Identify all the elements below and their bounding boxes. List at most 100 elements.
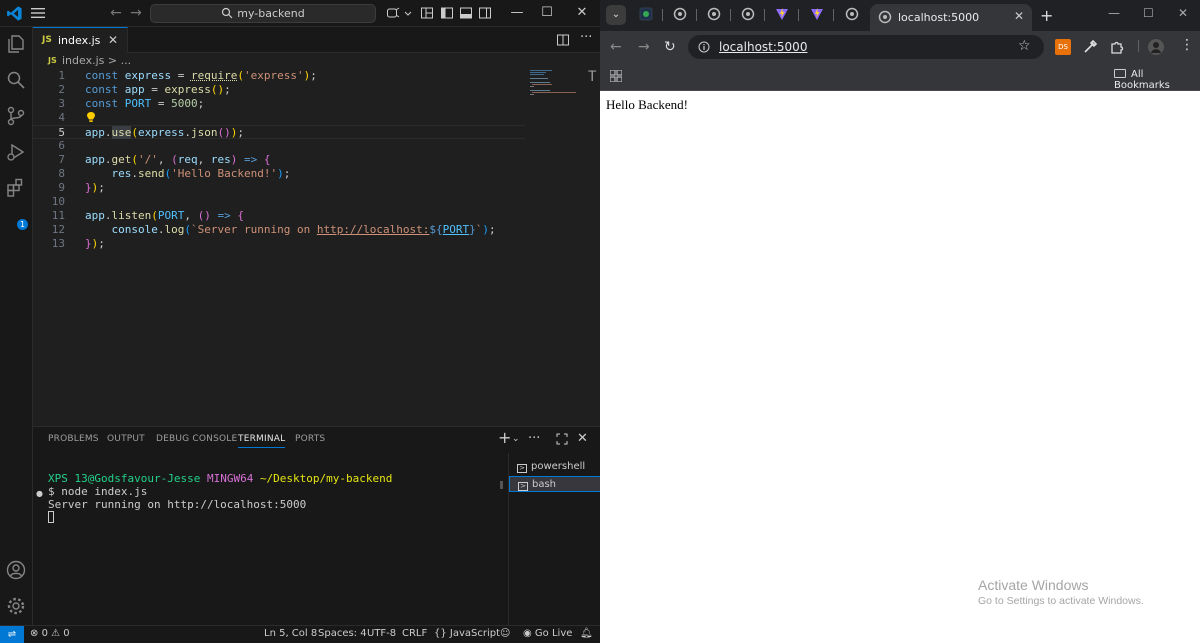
code-line-active: 5 app.use(express.json()); xyxy=(33,125,525,139)
browser-tab-active[interactable]: localhost:5000 ✕ xyxy=(870,4,1032,31)
tab-search-chevron-icon[interactable]: ⌄ xyxy=(606,5,626,25)
close-window-button[interactable]: ✕ xyxy=(571,3,593,23)
code-line: 6 xyxy=(58,139,65,152)
gear-icon[interactable] xyxy=(5,595,27,617)
globe-icon[interactable] xyxy=(845,7,859,21)
kebab-menu-icon[interactable]: ⋮ xyxy=(1180,37,1194,53)
run-debug-icon[interactable] xyxy=(5,141,27,163)
copilot-status-icon[interactable]: ☺ xyxy=(500,628,510,639)
maximize-button[interactable]: ☐ xyxy=(536,3,558,23)
search-icon xyxy=(222,7,233,19)
close-panel-icon[interactable]: ✕ xyxy=(577,431,588,446)
chevron-down-icon[interactable] xyxy=(404,6,412,20)
address-bar[interactable]: localhost:5000 ☆ xyxy=(688,35,1044,59)
line-ending[interactable]: CRLF xyxy=(402,628,427,639)
terminal-output[interactable]: XPS 13@Godsfavour-Jesse MINGW64 ~/Deskto… xyxy=(48,472,392,524)
source-control-icon[interactable] xyxy=(5,105,27,127)
reload-icon[interactable]: ↻ xyxy=(664,39,676,55)
globe-icon[interactable] xyxy=(673,7,687,21)
toggle-primary-sidebar-icon[interactable] xyxy=(440,6,454,20)
toggle-panel-icon[interactable] xyxy=(459,6,473,20)
code-line: 10 xyxy=(51,195,65,208)
tab-separator xyxy=(696,9,697,21)
browser-window: ⌄ localhost:5000 ✕ + — ☐ ✕ ← → ↻ localho… xyxy=(600,0,1200,643)
page-content: Hello Backend! Activate Windows Go to Se… xyxy=(600,91,1200,643)
breadcrumb-path[interactable]: index.js > ... xyxy=(62,54,131,67)
new-tab-plus-icon[interactable]: + xyxy=(1040,6,1053,25)
cursor-position[interactable]: Ln 5, Col 8 xyxy=(264,628,317,639)
split-editor-icon[interactable] xyxy=(556,33,570,47)
new-terminal-plus-icon[interactable]: + xyxy=(498,428,511,447)
vite-logo-icon[interactable] xyxy=(775,7,789,21)
extensions-icon[interactable] xyxy=(5,177,27,199)
notifications-bell-icon[interactable]: 🔔︎ xyxy=(580,628,593,639)
more-actions-icon[interactable]: ··· xyxy=(528,431,540,446)
tab-ports[interactable]: PORTS xyxy=(295,434,325,444)
site-info-icon[interactable] xyxy=(698,41,710,53)
go-live-button[interactable]: ◉ Go Live xyxy=(523,628,572,639)
extensions-puzzle-icon[interactable] xyxy=(1109,39,1125,55)
eyedropper-extension-icon[interactable] xyxy=(1082,39,1098,55)
hamburger-menu-icon[interactable] xyxy=(30,6,46,20)
braces-icon: {} xyxy=(434,628,447,639)
terminal-item-powershell[interactable]: > powershell xyxy=(509,459,601,475)
javascript-file-icon: JS xyxy=(48,56,57,65)
globe-icon[interactable] xyxy=(707,7,721,21)
explorer-icon[interactable] xyxy=(5,33,27,55)
close-tab-icon[interactable]: ✕ xyxy=(1014,9,1024,23)
indentation[interactable]: Spaces: 4 xyxy=(318,628,367,639)
terminal-scrollbar[interactable] xyxy=(500,481,503,489)
globe-icon xyxy=(878,10,892,24)
customize-layout-icon[interactable] xyxy=(420,6,434,20)
vite-logo-icon[interactable] xyxy=(810,7,824,21)
language-mode[interactable]: {} JavaScript xyxy=(434,628,500,639)
app-favicon-icon[interactable] xyxy=(639,7,653,21)
account-icon[interactable] xyxy=(5,559,27,581)
code-line: 8 res.send('Hello Backend!'); xyxy=(58,167,291,180)
tab-output[interactable]: OUTPUT xyxy=(107,434,145,444)
ds-extension-icon[interactable]: DS xyxy=(1055,39,1071,55)
close-window-button[interactable]: ✕ xyxy=(1178,6,1188,20)
tab-problems[interactable]: PROBLEMS xyxy=(48,434,99,444)
lightbulb-icon[interactable] xyxy=(86,111,96,123)
chevron-down-icon[interactable]: ⌄ xyxy=(512,434,520,444)
command-center-search[interactable]: my-backend xyxy=(150,4,376,23)
browser-tab-strip: ⌄ localhost:5000 ✕ + — ☐ ✕ xyxy=(600,0,1200,31)
back-arrow-icon[interactable]: ← xyxy=(610,39,622,55)
code-line: 9}); xyxy=(58,181,105,194)
watermark-subtitle: Go to Settings to activate Windows. xyxy=(978,595,1144,607)
maximize-button[interactable]: ☐ xyxy=(1143,6,1154,20)
back-arrow-icon[interactable]: ← xyxy=(106,4,126,22)
maximize-panel-icon[interactable] xyxy=(556,433,568,445)
minimap[interactable] xyxy=(528,69,590,99)
tab-terminal[interactable]: TERMINAL xyxy=(238,434,286,448)
encoding[interactable]: UTF-8 xyxy=(367,628,396,639)
minimize-button[interactable]: — xyxy=(506,3,528,23)
toggle-secondary-sidebar-icon[interactable] xyxy=(478,6,492,20)
globe-icon[interactable] xyxy=(741,7,755,21)
all-bookmarks-button[interactable]: All Bookmarks xyxy=(1114,69,1200,91)
forward-arrow-icon[interactable]: → xyxy=(126,4,146,22)
copilot-icon[interactable] xyxy=(386,6,400,20)
activate-windows-watermark: Activate Windows Go to Settings to activ… xyxy=(978,577,1144,607)
vscode-logo-icon xyxy=(7,6,22,21)
code-editor[interactable]: 1 const express = require('express'); 2 co… xyxy=(33,69,600,426)
tab-index-js[interactable]: JS index.js ✕ xyxy=(33,27,128,53)
apps-grid-icon[interactable] xyxy=(610,70,622,82)
bookmark-star-icon[interactable]: ☆ xyxy=(1018,38,1031,54)
minimize-button[interactable]: — xyxy=(1108,6,1120,20)
scrollbar-cursor-icon[interactable]: T xyxy=(588,69,596,85)
terminal-server-output: Server running on http://localhost:5000 xyxy=(48,498,307,511)
tab-debug-console[interactable]: DEBUG CONSOLE xyxy=(156,434,237,444)
forward-arrow-icon[interactable]: → xyxy=(638,39,650,55)
close-tab-icon[interactable]: ✕ xyxy=(108,33,118,47)
terminal-item-bash[interactable]: > bash xyxy=(509,476,601,492)
more-actions-icon[interactable]: ··· xyxy=(580,30,592,45)
remote-indicator-icon[interactable]: ⇌ xyxy=(0,626,24,643)
problems-status[interactable]: ⊗ 0 ⚠ 0 xyxy=(30,628,70,639)
tab-separator xyxy=(798,9,799,21)
profile-avatar[interactable] xyxy=(1148,39,1164,55)
tab-label: index.js xyxy=(58,34,101,47)
search-icon[interactable] xyxy=(5,69,27,91)
vscode-window: ← → my-backend — ☐ ✕ 1 JS index.js ✕ ···… xyxy=(0,0,601,643)
